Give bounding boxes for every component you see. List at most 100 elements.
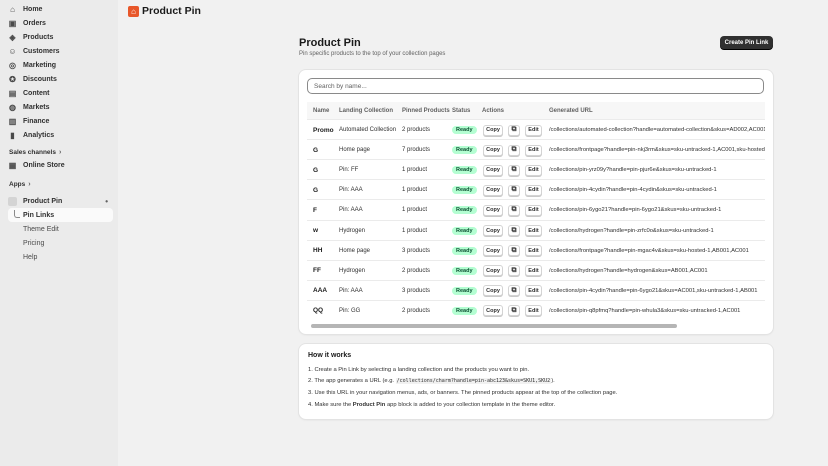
analytics-icon: ▮	[10, 130, 15, 140]
sidebar-item-analytics[interactable]: ▮ Analytics	[0, 128, 118, 142]
edit-button[interactable]: Edit	[525, 204, 542, 216]
column-header-generated-url[interactable]: Generated URL	[549, 102, 593, 119]
copy-cell: Copy	[483, 221, 503, 241]
table-row: QQ Pin: GG 2 products Ready Copy ⧉ Edit/collec…	[307, 299, 765, 321]
sidebar-item-markets[interactable]: ◍ Markets	[0, 100, 118, 114]
row-landing-collection: Home page	[339, 147, 371, 154]
edit-button[interactable]: Edit	[525, 305, 542, 317]
copy-button[interactable]: Copy	[483, 144, 503, 156]
copy-cell: Copy	[483, 281, 503, 301]
sidebar-item-theme-edit[interactable]: Theme Edit	[0, 222, 118, 236]
more-icon[interactable]: •	[105, 197, 108, 206]
sidebar-item-product-pin[interactable]: Product Pin •	[0, 194, 118, 208]
copy-button[interactable]: Copy	[483, 184, 503, 196]
sidebar-item-products[interactable]: ◈ Products	[0, 30, 118, 44]
sidebar-item-online-store[interactable]: ▦ Online Store	[0, 158, 118, 172]
edit-cell: Edit	[525, 120, 542, 140]
edit-button[interactable]: Edit	[525, 144, 542, 156]
table-header: Name Landing Collection Pinned Products …	[307, 102, 765, 119]
product-pin-logo-icon: ⌂	[128, 5, 139, 17]
sidebar-item-finance[interactable]: ▥ Finance	[0, 114, 118, 128]
copy-button[interactable]: Copy	[483, 225, 503, 236]
sidebar-item-pin-links[interactable]: Pin Links	[8, 208, 113, 222]
copy-button[interactable]: Copy	[483, 305, 503, 317]
sidebar-item-content[interactable]: ▤ Content	[0, 86, 118, 100]
row-status-cell: Ready	[452, 140, 477, 160]
row-pinned-products: 2 products	[402, 267, 431, 274]
external-link-icon[interactable]: ⧉	[508, 184, 520, 196]
edit-button[interactable]: Edit	[525, 285, 542, 297]
generated-url[interactable]: /collections/frontpage?handle=pin-mgac4v…	[549, 241, 765, 261]
horizontal-scrollbar[interactable]	[307, 324, 765, 329]
status-badge: Ready	[452, 126, 477, 134]
edit-button[interactable]: Edit	[525, 265, 542, 277]
generated-url[interactable]: /collections/hydrogen?handle=pin-zrfc0o&…	[549, 221, 765, 241]
edit-button[interactable]: Edit	[525, 124, 542, 136]
copy-button[interactable]: Copy	[483, 245, 503, 257]
external-link-icon[interactable]: ⧉	[508, 164, 520, 176]
sidebar-item-customers[interactable]: ☺ Customers	[0, 44, 118, 58]
generated-url[interactable]: /collections/pin-q8pfmq?handle=pin-whula…	[549, 301, 765, 321]
edit-button[interactable]: Edit	[525, 184, 542, 196]
create-pin-link-button[interactable]: Create Pin Link	[720, 36, 773, 49]
status-badge: Ready	[452, 246, 477, 255]
external-link-icon[interactable]: ⧉	[508, 204, 520, 216]
column-header-landing-collection[interactable]: Landing Collection	[339, 102, 393, 119]
column-header-name[interactable]: Name	[313, 102, 329, 119]
external-link-icon[interactable]: ⧉	[508, 144, 520, 156]
generated-url[interactable]: /collections/hydrogen?handle=hydrogen&sk…	[549, 261, 765, 281]
sidebar-item-label: Discounts	[23, 75, 57, 83]
home-icon: ⌂	[10, 4, 15, 14]
table-row: G Home page 7 products Ready Copy ⧉ Edit/colle…	[307, 139, 765, 159]
generated-url[interactable]: /collections/frontpage?handle=pin-nkj3rm…	[549, 140, 765, 160]
copy-button[interactable]: Copy	[483, 164, 503, 176]
edit-button[interactable]: Edit	[525, 245, 542, 257]
external-link-icon[interactable]: ⧉	[508, 265, 520, 277]
generated-url[interactable]: /collections/pin-4cydin?handle=pin-6ygo2…	[549, 281, 765, 301]
edit-button[interactable]: Edit	[525, 225, 542, 236]
apps-heading[interactable]: Apps ›	[0, 178, 118, 190]
row-status-cell: Ready	[452, 160, 477, 180]
external-link-icon[interactable]: ⧉	[508, 305, 520, 317]
table-row: AAA Pin: AAA 3 products Ready Copy ⧉ Edit/coll…	[307, 279, 765, 301]
copy-button[interactable]: Copy	[483, 204, 503, 216]
row-name: F	[313, 206, 317, 214]
sales-channels-heading[interactable]: Sales channels ›	[0, 146, 118, 158]
generated-url[interactable]: /collections/pin-yrz09y?handle=pin-pjur6…	[549, 160, 765, 180]
how-step-1: 1. Create a Pin Link by selecting a land…	[308, 367, 530, 373]
search-input[interactable]: Search by name...	[307, 78, 764, 94]
page-subtitle: Pin specific products to the top of your…	[299, 51, 446, 57]
content-icon: ▤	[8, 88, 17, 98]
sidebar-item-pricing[interactable]: Pricing	[0, 236, 118, 250]
how-step-3: 3. Use this URL in your navigation menus…	[308, 390, 618, 396]
edit-cell: Edit	[525, 200, 542, 220]
external-link-icon[interactable]: ⧉	[508, 124, 520, 136]
generated-url[interactable]: /collections/pin-4cydin?handle=pin-4cydi…	[549, 180, 765, 200]
sidebar-item-label: Online Store	[23, 161, 65, 169]
copy-button[interactable]: Copy	[483, 285, 503, 297]
copy-cell: Copy	[483, 160, 503, 180]
external-link-icon[interactable]: ⧉	[508, 245, 520, 257]
row-status-cell: Ready	[452, 301, 477, 321]
sidebar-item-orders[interactable]: ▣ Orders	[0, 16, 118, 30]
generated-url[interactable]: /collections/pin-6ygo21?handle=pin-6ygo2…	[549, 200, 765, 220]
table-row: FF Hydrogen 2 products Ready Copy ⧉ Edit/colle…	[307, 259, 765, 281]
main-nav: ⌂ Home ▣ Orders ◈ Products ☺ Customers ◎ Marketin…	[0, 2, 118, 142]
sidebar-item-help[interactable]: Help	[0, 250, 118, 264]
row-landing-collection: Pin: FF	[339, 167, 359, 174]
sidebar-item-home[interactable]: ⌂ Home	[0, 2, 118, 16]
sidebar-item-discounts[interactable]: ✪ Discounts	[0, 72, 118, 86]
column-header-actions: Actions	[482, 107, 505, 114]
external-link-icon[interactable]: ⧉	[508, 225, 520, 236]
copy-button[interactable]: Copy	[483, 265, 503, 277]
copy-button[interactable]: Copy	[483, 124, 503, 136]
row-pinned-products: 7 products	[402, 147, 431, 154]
sidebar-item-marketing[interactable]: ◎ Marketing	[0, 58, 118, 72]
external-link-icon[interactable]: ⧉	[508, 285, 520, 297]
scrollbar-thumb[interactable]	[311, 324, 677, 328]
row-pinned-products: 1 product	[402, 167, 428, 174]
generated-url[interactable]: /collections/automated-collection?handle…	[549, 120, 765, 140]
edit-button[interactable]: Edit	[525, 164, 542, 176]
column-header-pinned-products[interactable]: Pinned Products	[402, 102, 450, 119]
column-header-status[interactable]: Status	[452, 102, 470, 119]
